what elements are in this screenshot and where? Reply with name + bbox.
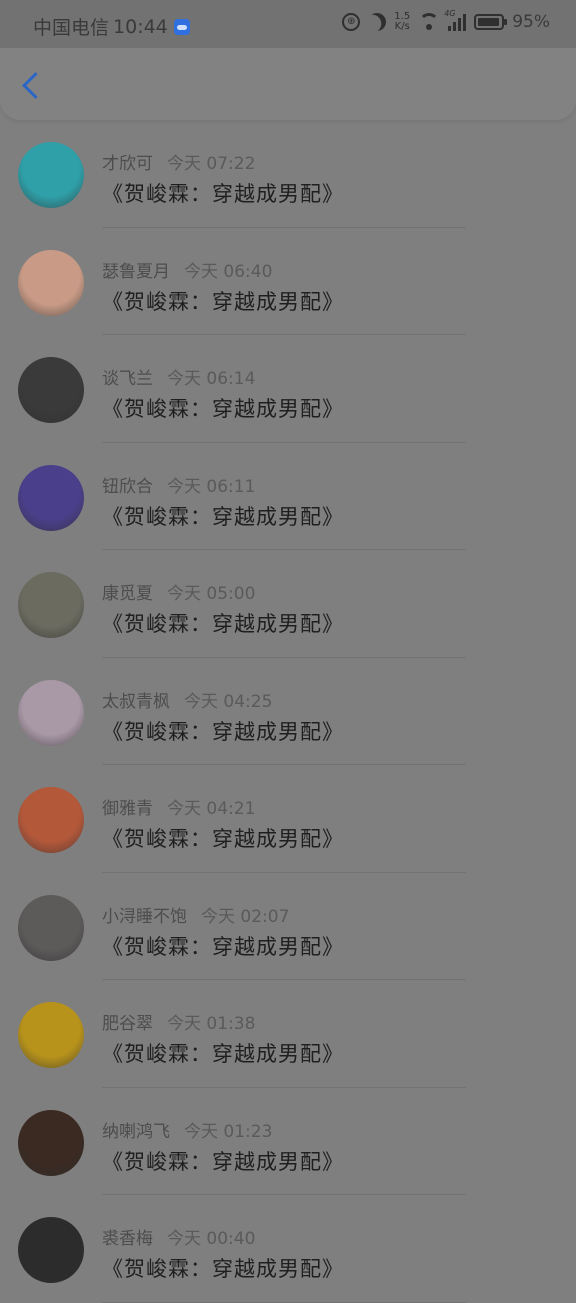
timestamp: 今天 01:23 xyxy=(184,1121,273,1142)
name-line: 康觅夏 今天 05:00 xyxy=(102,579,255,604)
timestamp: 今天 04:21 xyxy=(167,799,256,819)
avatar[interactable] xyxy=(18,787,84,853)
message-text: 《贺峻霖：穿越成男配》 xyxy=(102,934,344,959)
list-item[interactable]: 御雅青 今天 04:21 《贺峻霖：穿越成男配》 xyxy=(0,765,576,873)
avatar[interactable] xyxy=(18,464,84,531)
list-item[interactable]: 裘香梅 今天 00:40 《贺峻霖：穿越成男配》 xyxy=(0,1195,576,1303)
name-line: 纳喇鸿飞 今天 01:23 xyxy=(102,1117,272,1142)
user-name[interactable]: 才欣可 xyxy=(102,154,153,174)
avatar[interactable] xyxy=(18,1217,84,1283)
timestamp: 今天 07:22 xyxy=(167,154,256,174)
cloud-icon xyxy=(173,18,190,35)
status-left: 中国电信 10:44 xyxy=(33,13,190,40)
back-button[interactable] xyxy=(18,68,49,108)
message-text: 《贺峻霖：穿越成男配》 xyxy=(102,182,344,206)
timestamp: 今天 02:07 xyxy=(201,906,290,927)
user-name[interactable]: 裘香梅 xyxy=(102,1229,153,1249)
message-text: 《贺峻霖：穿越成男配》 xyxy=(102,289,344,314)
name-line: 太叔青枫 今天 04:25 xyxy=(102,687,272,712)
clock: 10:44 xyxy=(113,15,168,38)
timestamp: 今天 06:11 xyxy=(167,476,256,497)
message-text: 《贺峻霖：穿越成男配》 xyxy=(102,504,344,529)
name-line: 裘香梅 今天 00:40 xyxy=(102,1224,255,1249)
avatar[interactable] xyxy=(18,1109,84,1176)
timestamp: 今天 05:00 xyxy=(167,584,256,604)
timestamp: 今天 06:14 xyxy=(167,369,256,389)
list-item[interactable]: 肥谷翠 今天 01:38 《贺峻霖：穿越成男配》 xyxy=(0,980,576,1088)
message-text: 《贺峻霖：穿越成男配》 xyxy=(102,612,344,636)
user-name[interactable]: 钮欣合 xyxy=(102,477,153,497)
message-text: 《贺峻霖：穿越成男配》 xyxy=(102,827,344,851)
user-name[interactable]: 肥谷翠 xyxy=(102,1014,153,1034)
battery-icon xyxy=(474,14,508,30)
signal-icon: 4G xyxy=(444,9,467,31)
message-text: 《贺峻霖：穿越成男配》 xyxy=(102,1149,344,1174)
name-line: 肥谷翠 今天 01:38 xyxy=(102,1009,255,1034)
avatar[interactable] xyxy=(18,142,84,208)
wifi-icon xyxy=(418,13,440,31)
message-text: 《贺峻霖：穿越成男配》 xyxy=(102,1257,344,1281)
top-bar xyxy=(0,48,576,120)
divider xyxy=(102,1301,466,1303)
name-line: 瑟鲁夏月 今天 06:40 xyxy=(102,257,272,282)
user-name[interactable]: 小浔睡不饱 xyxy=(102,907,187,927)
user-name[interactable]: 御雅青 xyxy=(102,799,153,819)
list-item[interactable]: 才欣可 今天 07:22 《贺峻霖：穿越成男配》 xyxy=(0,120,576,228)
name-line: 钮欣合 今天 06:11 xyxy=(102,472,255,497)
name-line: 才欣可 今天 07:22 xyxy=(102,149,255,174)
list-item[interactable]: 谈飞兰 今天 06:14 《贺峻霖：穿越成男配》 xyxy=(0,335,576,443)
name-line: 御雅青 今天 04:21 xyxy=(102,794,255,819)
user-name[interactable]: 瑟鲁夏月 xyxy=(102,262,170,282)
timestamp: 今天 04:25 xyxy=(184,691,273,712)
status-right: ⊕ 1.5 K/s 4G 95% xyxy=(342,9,550,33)
list-item[interactable]: 瑟鲁夏月 今天 06:40 《贺峻霖：穿越成男配》 xyxy=(0,228,576,335)
avatar[interactable] xyxy=(18,1002,84,1068)
avatar[interactable] xyxy=(18,249,84,316)
timestamp: 今天 06:40 xyxy=(184,261,273,282)
speed-unit: K/s xyxy=(394,21,410,32)
user-name[interactable]: 纳喇鸿飞 xyxy=(102,1122,170,1142)
list-item[interactable]: 太叔青枫 今天 04:25 《贺峻霖：穿越成男配》 xyxy=(0,658,576,765)
avatar[interactable] xyxy=(18,357,84,423)
avatar[interactable] xyxy=(18,894,84,961)
battery-level: 95% xyxy=(512,12,550,32)
timestamp: 今天 01:38 xyxy=(167,1014,256,1034)
message-text: 《贺峻霖：穿越成男配》 xyxy=(102,1042,344,1066)
message-text: 《贺峻霖：穿越成男配》 xyxy=(102,397,344,421)
status-bar: 中国电信 10:44 ⊕ 1.5 K/s 4G 95% xyxy=(0,0,576,48)
carrier-label: 中国电信 xyxy=(33,17,110,39)
avatar[interactable] xyxy=(18,679,84,746)
hd-circle-icon: ⊕ xyxy=(342,13,361,31)
user-name[interactable]: 太叔青枫 xyxy=(102,692,170,712)
chevron-left-icon xyxy=(22,72,49,99)
timestamp: 今天 00:40 xyxy=(167,1229,256,1249)
name-line: 小浔睡不饱 今天 02:07 xyxy=(102,902,289,927)
user-name[interactable]: 康觅夏 xyxy=(102,584,153,604)
list-item[interactable]: 小浔睡不饱 今天 02:07 《贺峻霖：穿越成男配》 xyxy=(0,873,576,980)
moon-icon xyxy=(366,10,389,33)
message-list: 才欣可 今天 07:22 《贺峻霖：穿越成男配》 瑟鲁夏月 今天 06:40 《贺峻霖：穿… xyxy=(0,120,576,1303)
list-item[interactable]: 纳喇鸿飞 今天 01:23 《贺峻霖：穿越成男配》 xyxy=(0,1088,576,1195)
user-name[interactable]: 谈飞兰 xyxy=(102,369,153,389)
network-type: 4G xyxy=(444,9,456,18)
list-item[interactable]: 钮欣合 今天 06:11 《贺峻霖：穿越成男配》 xyxy=(0,443,576,550)
network-speed: 1.5 K/s xyxy=(394,12,410,32)
avatar[interactable] xyxy=(18,572,84,638)
message-text: 《贺峻霖：穿越成男配》 xyxy=(102,719,344,744)
list-item[interactable]: 康觅夏 今天 05:00 《贺峻霖：穿越成男配》 xyxy=(0,550,576,658)
name-line: 谈飞兰 今天 06:14 xyxy=(102,364,255,389)
